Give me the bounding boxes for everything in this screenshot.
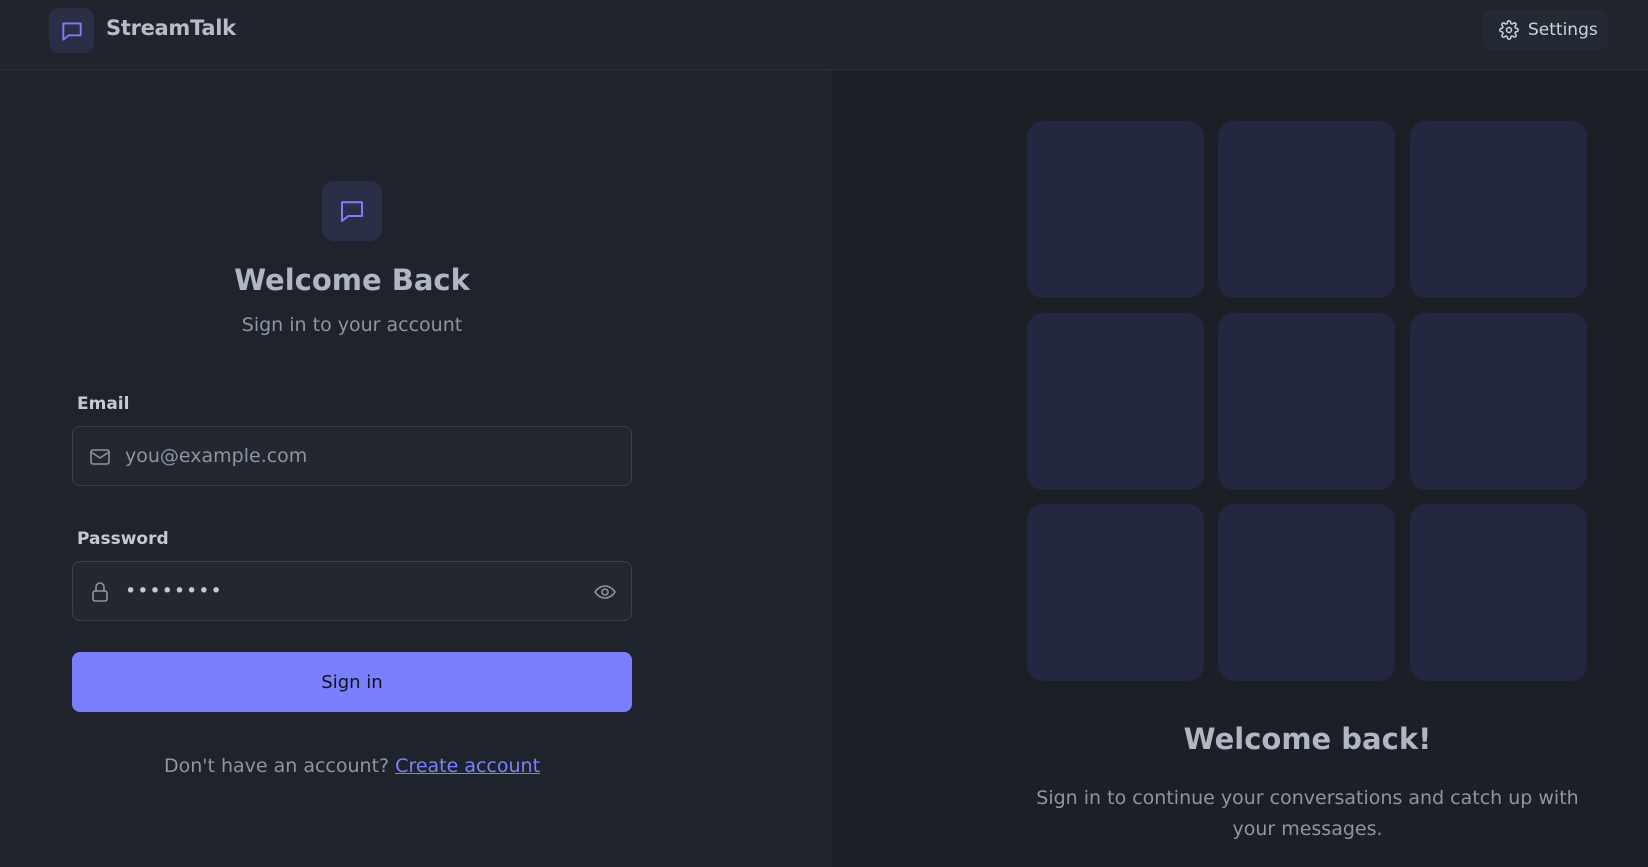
settings-label: Settings <box>1528 20 1598 40</box>
settings-button[interactable]: Settings <box>1483 10 1608 50</box>
login-pane: Welcome Back Sign in to your account Ema… <box>0 70 830 867</box>
password-label: Password <box>77 529 169 549</box>
showcase-tile <box>1027 121 1204 298</box>
showcase-tile <box>1027 504 1204 681</box>
lock-icon <box>87 579 113 605</box>
showcase-tile <box>1218 313 1395 490</box>
password-field[interactable] <box>72 561 632 621</box>
logo-badge[interactable] <box>49 8 94 53</box>
chat-bubble-icon <box>341 201 363 222</box>
showcase-tile <box>1410 313 1587 490</box>
eye-icon[interactable] <box>591 578 619 606</box>
chat-bubble-icon <box>61 21 82 41</box>
sign-in-button[interactable]: Sign in <box>72 652 632 712</box>
showcase-title: Welcome back! <box>1183 722 1432 756</box>
mail-icon <box>87 444 113 470</box>
showcase-tile <box>1410 121 1587 298</box>
email-label: Email <box>77 394 130 414</box>
signup-prompt: Don't have an account? Create account <box>0 755 704 777</box>
login-subtitle: Sign in to your account <box>241 314 463 336</box>
email-input[interactable] <box>123 427 563 485</box>
gear-icon <box>1499 20 1519 40</box>
app-title: StreamTalk <box>106 16 236 40</box>
showcase-tile <box>1218 121 1395 298</box>
top-bar: StreamTalk Settings <box>0 0 1648 70</box>
showcase-subtitle: Sign in to continue your conversations a… <box>1036 787 1579 840</box>
password-input[interactable] <box>123 562 563 620</box>
email-field[interactable] <box>72 426 632 486</box>
showcase-tile <box>1410 504 1587 681</box>
showcase-tile <box>1218 504 1395 681</box>
create-account-link[interactable]: Create account <box>395 755 540 777</box>
signup-prompt-text: Don't have an account? <box>163 755 390 777</box>
showcase-tile <box>1027 313 1204 490</box>
login-title: Welcome Back <box>234 263 470 297</box>
hero-logo <box>322 181 382 241</box>
